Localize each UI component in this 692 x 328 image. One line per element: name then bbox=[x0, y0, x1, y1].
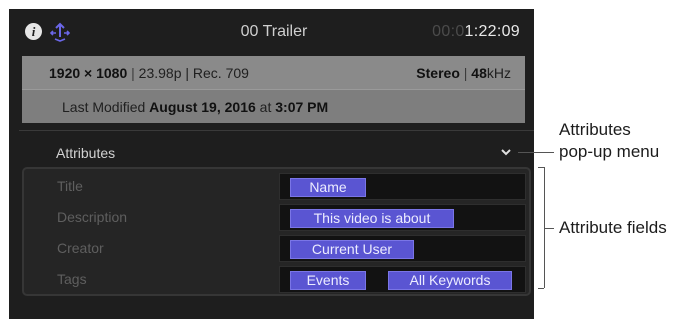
attribute-row-title: Title Name bbox=[24, 170, 529, 201]
timecode-display: 00:01:22:09 bbox=[432, 23, 520, 41]
share-inspector-panel: i 00 Trailer 00:01:22:09 1920 × 1080 | 2… bbox=[9, 9, 534, 319]
frame-format: 23.98p | Rec. 709 bbox=[138, 65, 249, 81]
sample-rate-unit: kHz bbox=[486, 65, 511, 81]
attribute-token[interactable]: All Keywords bbox=[388, 271, 512, 290]
attribute-label: Description bbox=[57, 209, 128, 225]
inspector-header: i 00 Trailer 00:01:22:09 bbox=[9, 9, 534, 54]
modified-time: 3:07 PM bbox=[275, 99, 329, 115]
modified-at: at bbox=[259, 99, 272, 115]
attribute-fields: Title Name Description This video is abo… bbox=[22, 167, 531, 296]
resolution: 1920 × 1080 bbox=[49, 65, 128, 81]
attribute-label: Tags bbox=[57, 271, 87, 287]
modified-date: August 19, 2016 bbox=[149, 99, 256, 115]
chevron-down-icon[interactable] bbox=[499, 145, 513, 159]
modified-prefix: Last Modified bbox=[62, 99, 146, 115]
modified-row: Last Modified August 19, 2016 at 3:07 PM bbox=[22, 90, 525, 123]
audio-channels: Stereo bbox=[416, 65, 460, 81]
attribute-row-tags: Tags Events All Keywords bbox=[24, 263, 529, 294]
sample-rate: 48 bbox=[471, 65, 487, 81]
callout-attribute-fields: Attribute fields bbox=[559, 218, 667, 237]
share-icon[interactable] bbox=[49, 21, 71, 43]
last-modified: Last Modified August 19, 2016 at 3:07 PM bbox=[62, 99, 328, 115]
tags-field[interactable]: Events All Keywords bbox=[279, 266, 526, 293]
callout-popup-line2: pop-up menu bbox=[559, 142, 660, 161]
info-icon[interactable]: i bbox=[25, 23, 42, 40]
timecode-leading: 00:0 bbox=[432, 23, 465, 40]
format-row: 1920 × 1080 | 23.98p | Rec. 709 Stereo |… bbox=[22, 56, 525, 90]
creator-field[interactable]: Current User bbox=[279, 235, 526, 262]
callout-line-fields bbox=[544, 228, 554, 229]
callout-line-popup bbox=[518, 152, 554, 153]
description-field[interactable]: This video is about bbox=[279, 204, 526, 231]
attributes-header: Attributes bbox=[56, 145, 116, 161]
timecode-value: 1:22:09 bbox=[464, 23, 520, 40]
attribute-token[interactable]: This video is about bbox=[290, 209, 454, 228]
project-metadata: 1920 × 1080 | 23.98p | Rec. 709 Stereo |… bbox=[22, 56, 525, 123]
title-field[interactable]: Name bbox=[279, 173, 526, 200]
bracket-bottom bbox=[538, 288, 544, 289]
callout-popup-menu: Attributes pop-up menu bbox=[559, 119, 659, 163]
project-title: 00 Trailer bbox=[240, 23, 308, 40]
callout-popup-line1: Attributes bbox=[559, 120, 631, 139]
attribute-token[interactable]: Name bbox=[290, 178, 366, 197]
audio-info: Stereo | 48kHz bbox=[416, 65, 511, 81]
format-info: 1920 × 1080 | 23.98p | Rec. 709 bbox=[49, 65, 249, 81]
attribute-row-description: Description This video is about bbox=[24, 201, 529, 232]
attribute-token[interactable]: Events bbox=[290, 271, 366, 290]
attribute-row-creator: Creator Current User bbox=[24, 232, 529, 263]
section-divider bbox=[19, 130, 534, 131]
attribute-label: Creator bbox=[57, 240, 104, 256]
attribute-token[interactable]: Current User bbox=[290, 240, 414, 259]
attribute-label: Title bbox=[57, 178, 83, 194]
